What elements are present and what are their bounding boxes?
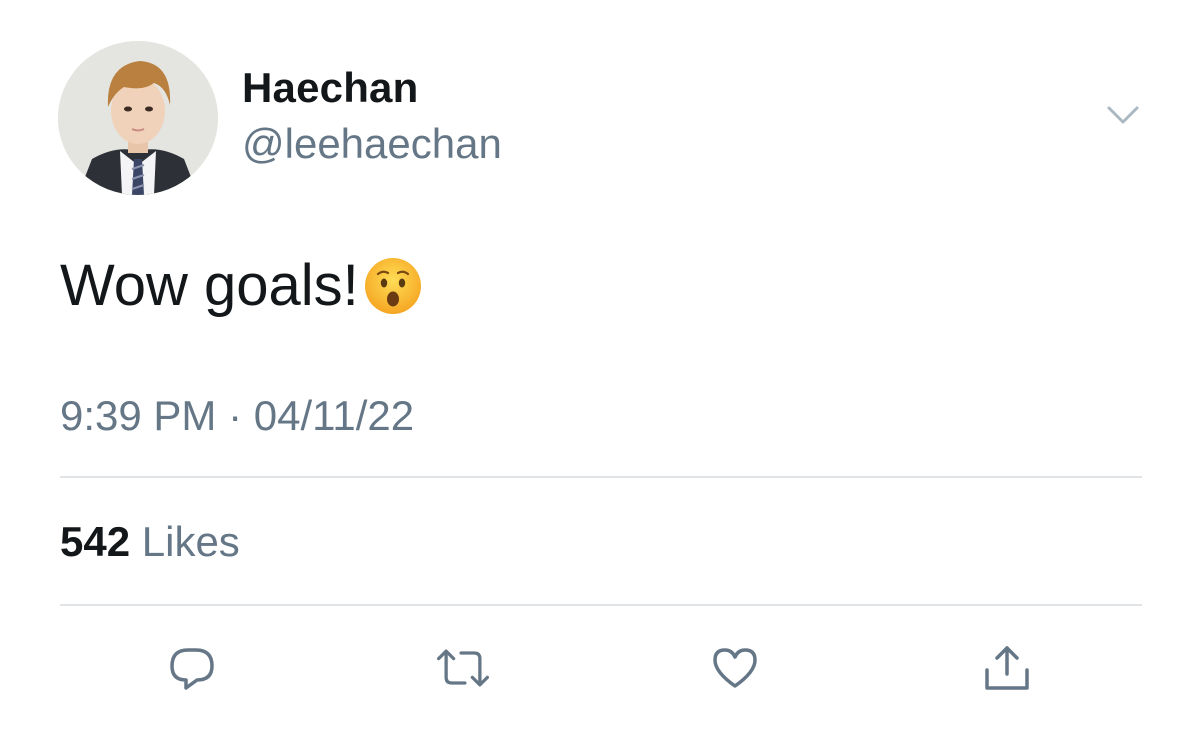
tweet-timestamp[interactable]: 9:39 PM · 04/11/22 bbox=[60, 392, 414, 440]
divider bbox=[60, 476, 1142, 478]
likes-count: 542 bbox=[60, 518, 131, 565]
chevron-down-icon[interactable] bbox=[1103, 100, 1143, 130]
avatar-photo bbox=[58, 41, 218, 195]
tweet-text-content: Wow goals! bbox=[60, 253, 359, 318]
comment-bubble-icon bbox=[170, 648, 214, 690]
divider bbox=[60, 604, 1142, 606]
likes-stat[interactable]: 542 Likes bbox=[60, 518, 240, 566]
retweet-button[interactable] bbox=[433, 638, 493, 698]
display-name[interactable]: Haechan bbox=[242, 64, 418, 112]
share-icon bbox=[985, 646, 1029, 690]
hushed-face-emoji-icon bbox=[363, 256, 423, 316]
user-handle[interactable]: @leehaechan bbox=[242, 120, 502, 168]
avatar[interactable] bbox=[58, 41, 218, 195]
tweet-text: Wow goals! bbox=[60, 252, 423, 319]
share-button[interactable] bbox=[977, 638, 1037, 698]
retweet-icon bbox=[436, 649, 490, 687]
heart-icon bbox=[713, 648, 757, 688]
reply-button[interactable] bbox=[162, 638, 222, 698]
likes-label: Likes bbox=[141, 518, 240, 565]
tweet-card: Haechan @leehaechan Wow goals! 9:39 PM ·… bbox=[0, 0, 1200, 732]
like-button[interactable] bbox=[705, 638, 765, 698]
